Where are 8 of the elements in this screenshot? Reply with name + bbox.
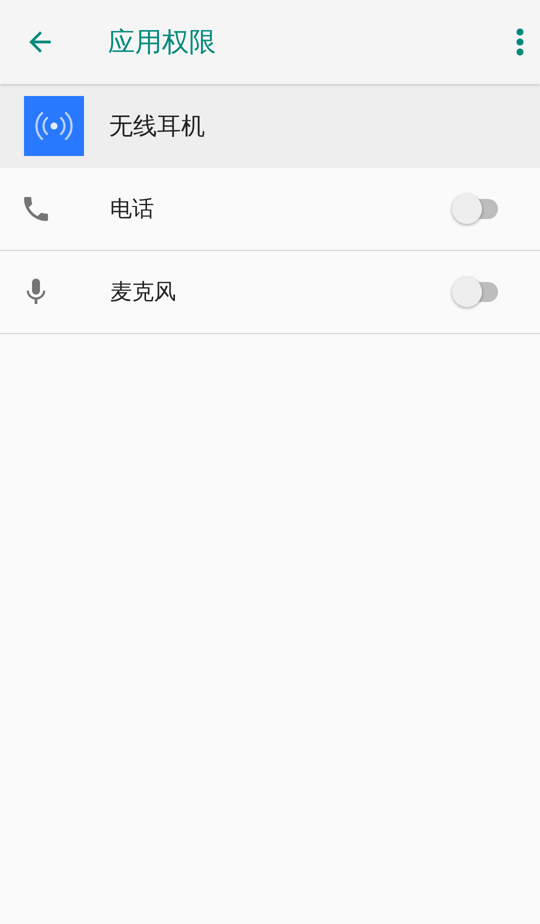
permission-label: 麦克风 xyxy=(110,279,177,307)
more-options-button[interactable] xyxy=(516,28,524,56)
permission-label: 电话 xyxy=(110,196,155,224)
app-name: 无线耳机 xyxy=(109,111,205,142)
toggle-switch[interactable] xyxy=(452,194,500,224)
app-icon xyxy=(24,96,84,156)
toggle-switch[interactable] xyxy=(452,277,500,307)
screen-title: 应用权限 xyxy=(108,26,217,60)
